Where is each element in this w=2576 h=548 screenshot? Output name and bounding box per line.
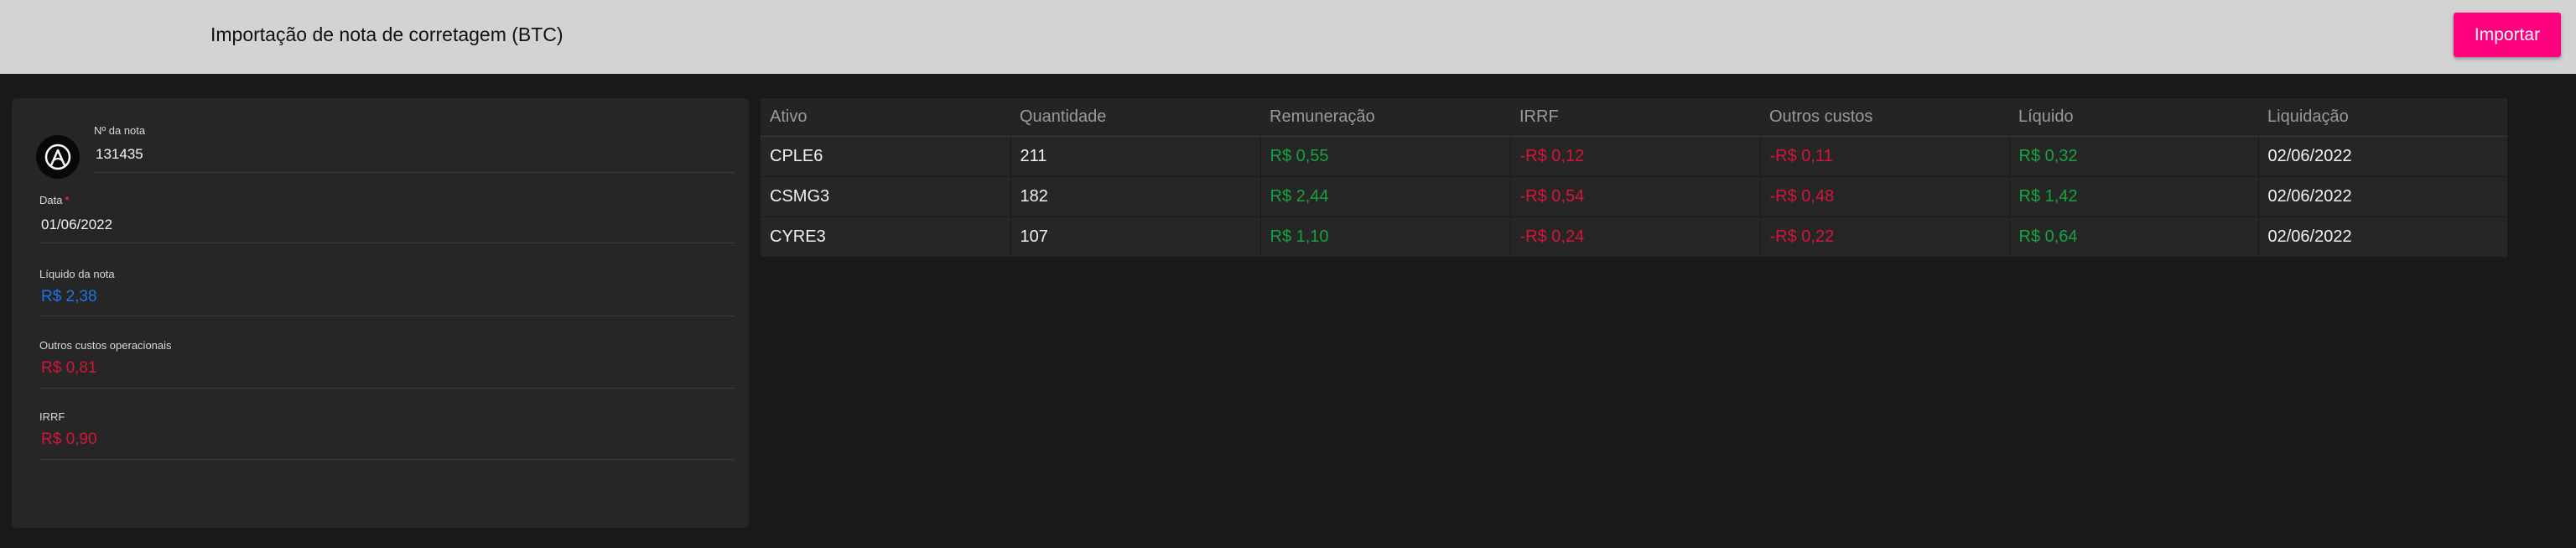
cell-liquidacao: 02/06/2022 — [2257, 176, 2507, 217]
date-value[interactable]: 01/06/2022 — [41, 216, 735, 234]
cell-liquidacao: 02/06/2022 — [2257, 217, 2507, 258]
cell-outros-custos: -R$ 0,48 — [1759, 176, 2009, 217]
col-header-liquido[interactable]: Líquido — [2009, 98, 2258, 137]
cell-ativo: CPLE6 — [761, 136, 1010, 177]
cell-liquido: R$ 0,32 — [2008, 136, 2258, 177]
cell-ativo: CSMG3 — [761, 176, 1010, 217]
table-row[interactable]: CSMG3 182 R$ 2,44 -R$ 0,54 -R$ 0,48 R$ 1… — [761, 176, 2507, 217]
col-header-outros-custos[interactable]: Outros custos — [1760, 98, 2009, 137]
cell-liquido: R$ 1,42 — [2008, 176, 2258, 217]
note-number-field[interactable]: Nº da nota 131435 — [94, 124, 735, 173]
cell-remuneracao: R$ 1,10 — [1259, 217, 1510, 258]
import-button[interactable]: Importar — [2454, 13, 2561, 57]
col-header-liquidacao[interactable]: Liquidação — [2258, 98, 2507, 137]
cell-quantidade: 182 — [1010, 176, 1260, 217]
irrf-label: IRRF — [39, 410, 65, 423]
note-number-value[interactable]: 131435 — [96, 145, 735, 164]
cell-quantidade: 211 — [1010, 136, 1260, 177]
top-bar: Importação de nota de corretagem (BTC) I… — [0, 0, 2576, 74]
other-costs-value[interactable]: R$ 0,81 — [41, 359, 735, 378]
cell-remuneracao: R$ 0,55 — [1259, 136, 1510, 177]
col-header-remuneracao[interactable]: Remuneração — [1260, 98, 1510, 137]
table-row[interactable]: CYRE3 107 R$ 1,10 -R$ 0,24 -R$ 0,22 R$ 0… — [761, 217, 2507, 258]
other-costs-field[interactable]: Outros custos operacionais R$ 0,81 — [39, 339, 735, 389]
cell-remuneracao: R$ 2,44 — [1259, 176, 1510, 217]
date-label: Data * — [39, 194, 70, 206]
cell-irrf: -R$ 0,54 — [1509, 176, 1760, 217]
page-title: Importação de nota de corretagem (BTC) — [210, 23, 564, 45]
cell-outros-custos: -R$ 0,11 — [1759, 136, 2009, 177]
net-field[interactable]: Líquido da nota R$ 2,38 — [39, 268, 735, 316]
cell-outros-custos: -R$ 0,22 — [1759, 217, 2009, 258]
col-header-ativo[interactable]: Ativo — [761, 98, 1010, 137]
irrf-value[interactable]: R$ 0,90 — [41, 431, 735, 449]
note-number-label: Nº da nota — [94, 124, 146, 137]
required-mark: * — [65, 194, 70, 206]
cell-ativo: CYRE3 — [761, 217, 1010, 258]
note-form-card: Nº da nota 131435 Data * 01/06/2022 Líqui… — [12, 98, 749, 528]
cell-liquido: R$ 0,64 — [2008, 217, 2258, 258]
logo-glyph — [44, 144, 71, 170]
assets-table: Ativo Quantidade Remuneração IRRF Outros… — [761, 98, 2507, 258]
table-header-row: Ativo Quantidade Remuneração IRRF Outros… — [761, 98, 2507, 137]
col-header-quantidade[interactable]: Quantidade — [1010, 98, 1260, 137]
logo-icon — [36, 135, 80, 179]
cell-irrf: -R$ 0,12 — [1509, 136, 1760, 177]
cell-irrf: -R$ 0,24 — [1509, 217, 1760, 258]
cell-liquidacao: 02/06/2022 — [2257, 136, 2507, 177]
col-header-irrf[interactable]: IRRF — [1510, 98, 1760, 137]
irrf-field[interactable]: IRRF R$ 0,90 — [39, 410, 735, 460]
cell-quantidade: 107 — [1010, 217, 1260, 258]
table-row[interactable]: CPLE6 211 R$ 0,55 -R$ 0,12 -R$ 0,11 R$ 0… — [761, 136, 2507, 177]
net-value[interactable]: R$ 2,38 — [41, 288, 735, 306]
other-costs-label: Outros custos operacionais — [39, 339, 172, 352]
net-label: Líquido da nota — [39, 268, 115, 280]
date-field[interactable]: Data * 01/06/2022 — [39, 194, 735, 243]
